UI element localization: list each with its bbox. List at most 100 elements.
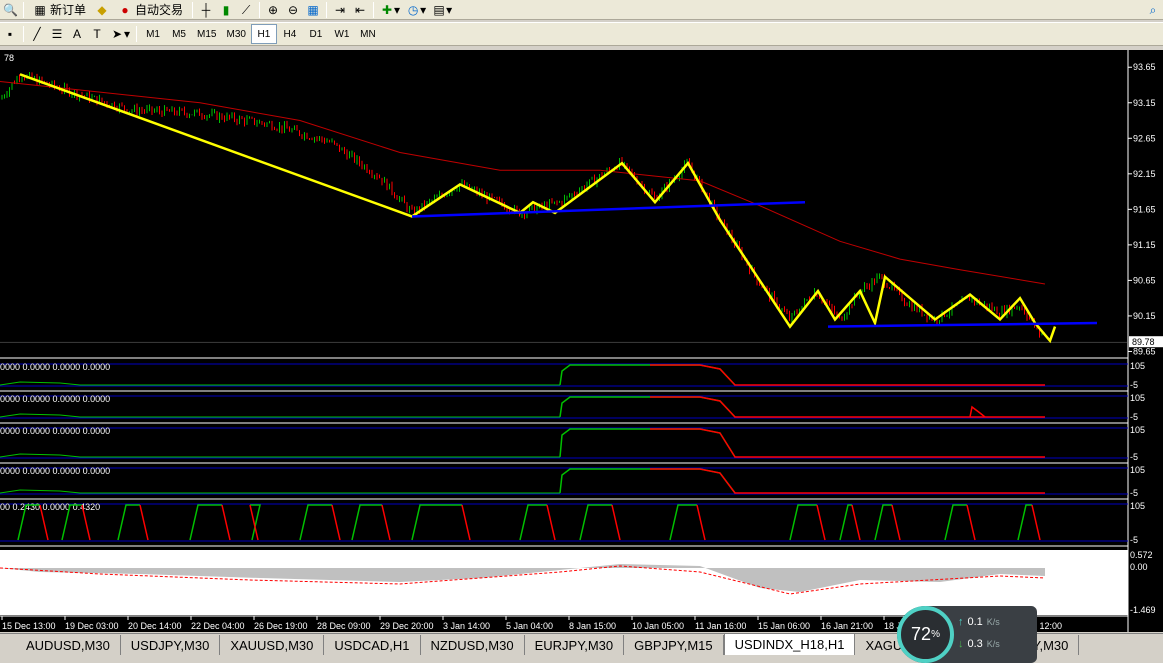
oscillator-down bbox=[221, 504, 231, 541]
search-icon[interactable]: ⌕ bbox=[1143, 1, 1163, 19]
timeframe-m5[interactable]: M5 bbox=[166, 24, 192, 44]
oscillator-up bbox=[789, 504, 817, 541]
price-label: 91.15 bbox=[1133, 240, 1156, 250]
current-price-label: 89.78 bbox=[1132, 337, 1155, 347]
new-order-label: 新订单 bbox=[50, 3, 87, 17]
fibonacci-tool-icon[interactable]: ☰ bbox=[47, 25, 67, 43]
oscillator-down bbox=[461, 504, 471, 541]
date-label: 20 Dec 14:00 bbox=[128, 621, 182, 631]
templates-icon[interactable]: ▤ ▾ bbox=[429, 1, 455, 19]
chart-tab[interactable]: GBPJPY,M15 bbox=[624, 635, 724, 655]
timeframe-h1[interactable]: H1 bbox=[250, 24, 277, 44]
price-label: 90.65 bbox=[1133, 275, 1156, 285]
cpu-gauge: 72% bbox=[897, 606, 954, 663]
chart-tab[interactable]: AUDUSD,M30 bbox=[16, 635, 121, 655]
toolbar-separator bbox=[326, 1, 328, 18]
oscillator-up bbox=[1017, 504, 1032, 541]
timeframe-bar: M1 M5 M15 M30 H1 H4 D1 W1 MN bbox=[140, 24, 381, 44]
indicator-label: 0000 0.0000 0.0000 0.0000 bbox=[0, 362, 110, 372]
date-label: 8 Jan 15:00 bbox=[569, 621, 616, 631]
date-label: 10 Jan 05:00 bbox=[632, 621, 684, 631]
date-label: 11 Jan 16:00 bbox=[695, 621, 746, 631]
chart-shift-icon[interactable]: ⇥ bbox=[330, 1, 350, 19]
indicator-line bbox=[0, 453, 560, 458]
price-label: 93.65 bbox=[1133, 62, 1156, 72]
timeframe-h4[interactable]: H4 bbox=[277, 24, 303, 44]
cpu-percent: 72 bbox=[911, 624, 932, 644]
download-value: 0.3 bbox=[967, 638, 983, 650]
timeframe-mn[interactable]: MN bbox=[355, 24, 381, 44]
chart-tab[interactable]: EURJPY,M30 bbox=[525, 635, 625, 655]
indicator-line bbox=[650, 364, 1045, 386]
oscillator-down bbox=[851, 504, 861, 541]
indicator-line bbox=[650, 428, 1045, 458]
oscillator-up bbox=[519, 504, 547, 541]
oscillator-down bbox=[1031, 504, 1041, 541]
tile-windows-icon[interactable]: ▦ bbox=[303, 1, 323, 19]
toolbar-separator bbox=[23, 26, 24, 42]
timeframe-w1[interactable]: W1 bbox=[329, 24, 355, 44]
bar-chart-icon[interactable]: ┼ bbox=[196, 1, 216, 19]
autoscroll-icon[interactable]: ⇤ bbox=[350, 1, 370, 19]
chart-tab[interactable]: USDJPY,M30 bbox=[121, 635, 221, 655]
chart-tab[interactable]: NZDUSD,M30 bbox=[421, 635, 525, 655]
indicators-icon[interactable]: ✚ ▾ bbox=[377, 1, 403, 19]
price-chart[interactable]: 78 93.65 93.15 92.65 92.15 91.65 91.15 90.65 90.… bbox=[0, 50, 1163, 632]
indicator-label: 0000 0.0000 0.0000 0.0000 bbox=[0, 426, 110, 436]
label-tool-icon[interactable]: T bbox=[87, 25, 107, 43]
chart-tab[interactable]: USDCAD,H1 bbox=[324, 635, 421, 655]
oscillator-down bbox=[966, 504, 976, 541]
indicator-min-label: -5 bbox=[1130, 380, 1138, 390]
zoom-icon[interactable]: 🔍 bbox=[0, 1, 20, 19]
indicator-min-label: -5 bbox=[1130, 452, 1138, 462]
trendline-tool-icon[interactable]: ╱ bbox=[27, 25, 47, 43]
oscillator-down bbox=[696, 504, 706, 541]
oscillator-up bbox=[411, 504, 462, 541]
download-unit: K/s bbox=[986, 639, 1000, 649]
zoom-out-icon[interactable]: ⊖ bbox=[283, 1, 303, 19]
timeframe-m1[interactable]: M1 bbox=[140, 24, 166, 44]
candlestick-icon[interactable]: ▮ bbox=[216, 1, 236, 19]
timeframe-m30[interactable]: M30 bbox=[221, 24, 250, 44]
timeframe-m15[interactable]: M15 bbox=[192, 24, 221, 44]
oscillator-down bbox=[546, 504, 556, 541]
indicator-line bbox=[650, 468, 1045, 494]
indicator-max-label: 105 bbox=[1130, 425, 1145, 435]
chart-tab[interactable]: USDINDX_H18,H1 bbox=[723, 633, 856, 655]
main-toolbar: 🔍 ▦ 新订单 ◆ ● 自动交易 ┼ ▮ ⟋ ⊕ ⊖ ▦ ⇥ ⇤ ✚ ▾ ◷ ▾ ▤… bbox=[0, 0, 1163, 20]
indicator-min-label: -5 bbox=[1130, 488, 1138, 498]
oscillator-down bbox=[249, 504, 259, 541]
auto-trade-button[interactable]: ● 自动交易 bbox=[112, 1, 189, 19]
date-label: 22 Dec 04:00 bbox=[191, 621, 245, 631]
timeframe-d1[interactable]: D1 bbox=[303, 24, 329, 44]
text-tool-icon[interactable]: A bbox=[67, 25, 87, 43]
date-label: 29 Dec 20:00 bbox=[380, 621, 434, 631]
zoom-in-icon[interactable]: ⊕ bbox=[263, 1, 283, 19]
oscillator-down bbox=[381, 504, 391, 541]
cursor-icon[interactable]: ▪ bbox=[0, 25, 20, 43]
date-label: 15 Jan 06:00 bbox=[758, 621, 810, 631]
oscillator-down bbox=[139, 504, 149, 541]
price-label: 93.15 bbox=[1133, 98, 1156, 108]
upload-value: 0.1 bbox=[967, 616, 983, 628]
neckline-2 bbox=[827, 321, 1098, 328]
price-label: 89.65 bbox=[1133, 346, 1156, 356]
oscillator-up bbox=[944, 504, 967, 541]
expert-icon[interactable]: ◆ bbox=[92, 1, 112, 19]
oscillator-up bbox=[874, 504, 892, 541]
macd-min-label: -1.469 bbox=[1130, 605, 1156, 615]
line-chart-icon[interactable]: ⟋ bbox=[236, 1, 256, 19]
download-speed: ↓ 0.3 K/s bbox=[958, 638, 1000, 650]
periods-icon[interactable]: ◷ ▾ bbox=[403, 1, 429, 19]
date-label: 19 Dec 03:00 bbox=[65, 621, 119, 631]
indicator-line bbox=[0, 489, 560, 494]
indicator-line bbox=[559, 468, 736, 494]
indicator-label: 0000 0.0000 0.0000 0.0000 bbox=[0, 466, 110, 476]
indicator-spike bbox=[969, 405, 986, 418]
chart-tab[interactable]: XAUUSD,M30 bbox=[220, 635, 325, 655]
toolbar-separator bbox=[136, 26, 138, 42]
oscillator-up bbox=[351, 504, 382, 541]
arrows-tool-icon[interactable]: ➤ ▾ bbox=[107, 25, 133, 43]
new-order-button[interactable]: ▦ 新订单 bbox=[27, 1, 92, 19]
toolbar-separator bbox=[373, 1, 375, 18]
